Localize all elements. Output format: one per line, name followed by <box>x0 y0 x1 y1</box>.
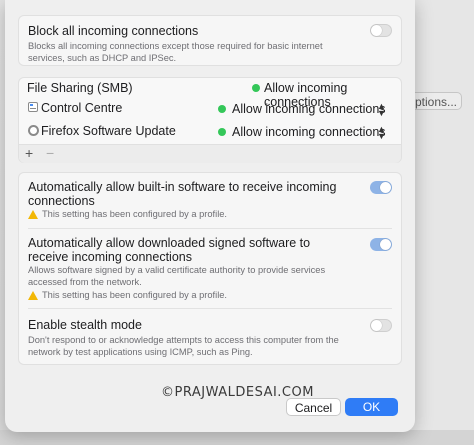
builtin-software-title: Automatically allow built-in software to… <box>28 180 337 208</box>
block-all-toggle[interactable] <box>370 24 392 37</box>
toggle-knob <box>380 182 391 193</box>
builtin-warning: This setting has been configured by a pr… <box>28 209 227 219</box>
builtin-software-row: Automatically allow built-in software to… <box>19 173 401 228</box>
warning-icon <box>28 209 38 219</box>
cancel-button[interactable]: Cancel <box>286 398 341 416</box>
signed-software-description: Allows software signed by a valid certif… <box>28 265 326 287</box>
app-name: Firefox Software Update <box>41 124 176 138</box>
status-green-dot <box>218 105 226 113</box>
remove-button[interactable]: − <box>46 145 54 161</box>
app-status-popup[interactable]: Allow incoming connections <box>232 125 386 139</box>
signed-warning: This setting has been configured by a pr… <box>28 290 227 300</box>
stealth-mode-toggle[interactable] <box>370 319 392 332</box>
signed-software-row: Automatically allow downloaded signed so… <box>19 229 401 307</box>
builtin-software-toggle[interactable] <box>370 181 392 194</box>
chevron-up-down-icon[interactable]: ▲ ▼ <box>377 125 386 141</box>
app-row-control-centre[interactable]: Control Centre Allow incoming connection… <box>19 98 401 119</box>
stealth-mode-row: Enable stealth mode Don't respond to or … <box>19 309 401 364</box>
block-all-title: Block all incoming connections <box>28 24 199 38</box>
signed-warning-text: This setting has been configured by a pr… <box>42 290 228 300</box>
app-row-firefox-update[interactable]: Firefox Software Update Allow incoming c… <box>19 121 401 142</box>
warning-icon <box>28 290 38 300</box>
signed-software-toggle[interactable] <box>370 238 392 251</box>
ok-button[interactable]: OK <box>345 398 398 416</box>
app-row-file-sharing[interactable]: File Sharing (SMB) Allow incoming connec… <box>19 78 401 109</box>
block-all-description: Blocks all incoming connections except t… <box>28 41 323 63</box>
app-name: Control Centre <box>41 101 123 115</box>
app-list-footer: + − <box>19 144 401 163</box>
status-green-dot <box>218 128 226 136</box>
status-green-dot <box>252 84 260 92</box>
background-bottom-strip <box>0 430 474 445</box>
app-name: File Sharing (SMB) <box>27 81 133 95</box>
block-all-group: Block all incoming connections Blocks al… <box>18 15 402 66</box>
control-centre-icon <box>28 102 38 112</box>
toggle-knob <box>371 320 382 331</box>
firewall-options-sheet: Block all incoming connections Blocks al… <box>5 0 415 432</box>
toggle-knob <box>371 25 382 36</box>
add-button[interactable]: + <box>25 145 33 161</box>
builtin-warning-text: This setting has been configured by a pr… <box>42 209 228 219</box>
chevron-up-down-icon[interactable]: ▲ ▼ <box>377 102 386 118</box>
app-list: File Sharing (SMB) Allow incoming connec… <box>18 77 402 163</box>
stealth-mode-description: Don't respond to or acknowledge attempts… <box>28 335 339 357</box>
firefox-update-icon <box>28 125 39 136</box>
signed-software-title: Automatically allow downloaded signed so… <box>28 236 311 264</box>
stealth-mode-title: Enable stealth mode <box>28 318 142 332</box>
app-status-popup[interactable]: Allow incoming connections <box>232 102 386 116</box>
settings-group: Automatically allow built-in software to… <box>18 172 402 365</box>
toggle-knob <box>380 239 391 250</box>
